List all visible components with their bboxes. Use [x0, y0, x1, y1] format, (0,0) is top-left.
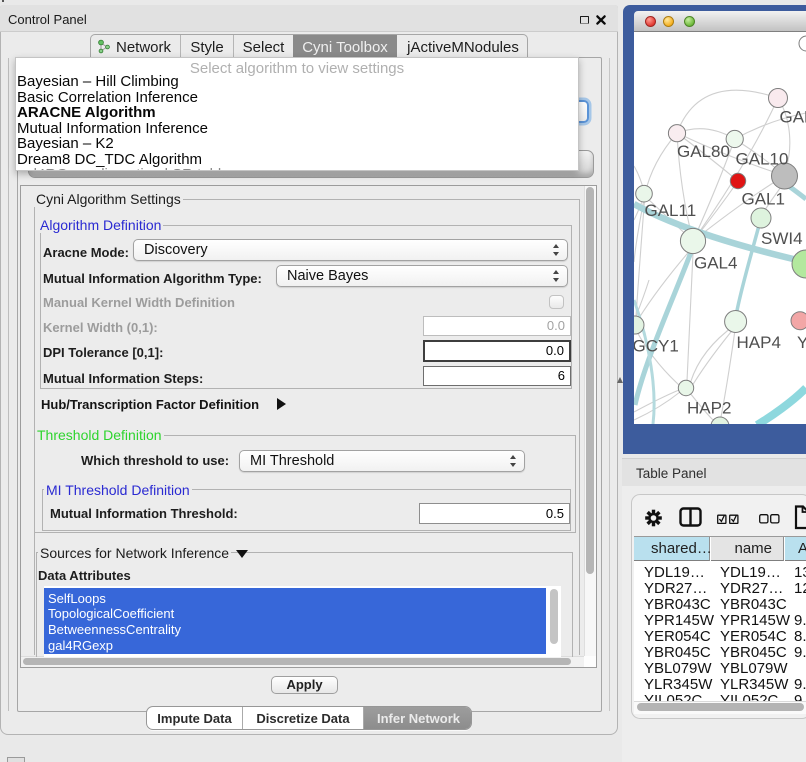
svg-text:GAL11: GAL11	[645, 201, 697, 220]
svg-text:GAL1: GAL1	[742, 190, 785, 209]
svg-text:GAL80: GAL80	[677, 142, 730, 161]
svg-text:HAP4: HAP4	[737, 333, 781, 352]
svg-text:GAL10: GAL10	[736, 150, 789, 169]
svg-text:HAP2: HAP2	[687, 399, 731, 418]
svg-text:GAL7: GAL7	[780, 108, 806, 127]
svg-text:Y: Y	[797, 333, 806, 352]
svg-text:GAL4: GAL4	[694, 254, 737, 273]
svg-text:GCY1: GCY1	[634, 337, 679, 356]
svg-text:SWI4: SWI4	[761, 229, 803, 248]
